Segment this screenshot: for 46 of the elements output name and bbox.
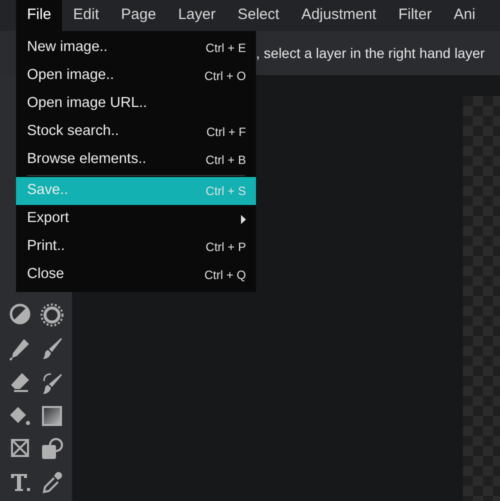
menu-item-label: Open image..	[27, 66, 114, 86]
menu-tab[interactable]: Layer	[167, 0, 227, 31]
menu-tab[interactable]: File	[16, 0, 62, 31]
menu-tab[interactable]: Filter	[387, 0, 443, 31]
gradient-icon[interactable]	[41, 405, 63, 427]
menu-item[interactable]: New image.. Ctrl + E	[16, 34, 256, 62]
menu-tab[interactable]: Adjustment	[290, 0, 388, 31]
brush-icon[interactable]	[41, 337, 63, 361]
menu-tab[interactable]: Ani	[442, 0, 486, 31]
menu-item[interactable]: Open image URL..	[16, 90, 256, 118]
eraser-icon[interactable]	[9, 371, 31, 393]
menu-item-label: New image..	[27, 38, 108, 58]
menu-tab[interactable]: Page	[110, 0, 168, 31]
menu-tab[interactable]: Edit	[62, 0, 110, 31]
menu-item-label: Browse elements..	[27, 150, 146, 170]
half-circle-icon[interactable]	[9, 303, 31, 325]
shapes-icon[interactable]	[40, 437, 64, 461]
hint-text: , select a layer in the right hand layer	[256, 44, 485, 63]
shortcut-text: Ctrl + S	[206, 183, 246, 200]
menu-item-label: Stock search..	[27, 122, 119, 142]
shortcut-text: Ctrl + O	[204, 68, 246, 85]
shortcut-text: Ctrl + E	[206, 40, 246, 57]
shortcut-text: Ctrl + F	[206, 124, 246, 141]
menu-tab[interactable]: Select	[226, 0, 290, 31]
shortcut-text: Ctrl + Q	[204, 267, 246, 284]
paint-bucket-icon[interactable]	[9, 405, 31, 427]
menu-item[interactable]: Stock search.. Ctrl + F	[16, 118, 256, 146]
sun-icon[interactable]	[40, 303, 64, 327]
menu-item-label: Open image URL..	[27, 94, 148, 114]
menu-item[interactable]: Close Ctrl + Q	[16, 261, 256, 289]
menu-item-label: Print..	[27, 237, 65, 256]
text-icon[interactable]	[9, 471, 31, 493]
menu-item[interactable]: Export	[16, 205, 256, 233]
pen-icon[interactable]	[9, 337, 31, 361]
menu-item[interactable]: Print.. Ctrl + P	[16, 233, 256, 261]
menu-item[interactable]: Browse elements.. Ctrl + B	[16, 146, 256, 174]
shortcut-text: Ctrl + P	[206, 239, 246, 256]
submenu-arrow-icon	[241, 214, 246, 224]
menu-item-label: Export	[27, 209, 69, 228]
shortcut-text: Ctrl + B	[206, 152, 246, 169]
menu-item-label: Close	[27, 265, 64, 284]
eyedropper-icon[interactable]	[41, 471, 63, 495]
menu-item-label: Save..	[27, 181, 68, 200]
frame-icon[interactable]	[9, 437, 31, 459]
menu-item[interactable]: Open image.. Ctrl + O	[16, 62, 256, 90]
brush-icon[interactable]	[40, 371, 64, 395]
